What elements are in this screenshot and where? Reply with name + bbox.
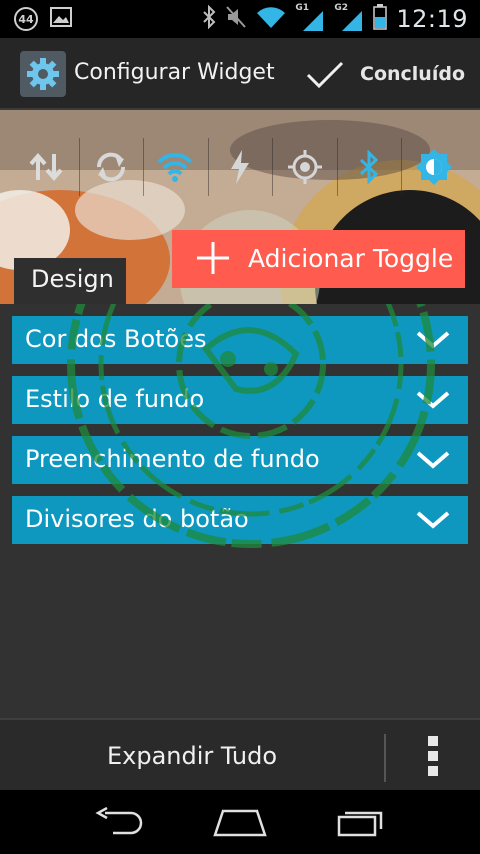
overflow-menu-icon[interactable]: [410, 730, 456, 782]
section-background-fill[interactable]: Preenchimento de fundo: [12, 436, 468, 484]
chevron-down-icon: [415, 508, 451, 532]
section-label: Estilo de fundo: [25, 385, 205, 413]
clock: 12:19: [396, 5, 468, 33]
action-bar: Configurar Widget Concluído: [0, 38, 480, 110]
add-toggle-label: Adicionar Toggle: [248, 244, 454, 273]
chevron-down-icon: [415, 328, 451, 352]
section-button-color[interactable]: Cor dos Botões: [12, 316, 468, 364]
wifi-toggle[interactable]: [143, 134, 208, 204]
navigation-bar: [0, 790, 480, 854]
gps-icon: [287, 149, 323, 189]
bluetooth-icon: [359, 149, 379, 188]
section-label: Cor dos Botões: [25, 325, 207, 353]
notification-count-badge: 44: [14, 7, 38, 31]
tab-design[interactable]: Design: [14, 258, 126, 304]
mute-icon: [225, 5, 247, 33]
section-button-dividers[interactable]: Divisores do botão: [12, 496, 468, 544]
data-toggle[interactable]: [14, 134, 79, 204]
brightness-icon: [415, 148, 453, 190]
data-arrows-icon: [28, 150, 64, 188]
flash-icon: [228, 149, 252, 189]
recent-apps-icon[interactable]: [330, 804, 390, 840]
settings-list: Cor dos Botões Estilo de fundo Preenchim…: [0, 304, 480, 718]
back-icon[interactable]: [90, 804, 150, 840]
widget-preview: Adicionar Toggle Design: [0, 110, 480, 304]
gallery-icon: [50, 7, 72, 31]
divider: [384, 734, 386, 782]
page-title: Configurar Widget: [74, 60, 275, 85]
toggle-row: [14, 134, 466, 204]
add-toggle-button[interactable]: Adicionar Toggle: [172, 230, 465, 288]
done-label: Concluído: [360, 63, 465, 85]
signal-sim2-icon: G2: [334, 3, 364, 32]
plus-icon: [196, 241, 230, 275]
signal-sim1-icon: G1: [295, 3, 325, 32]
battery-icon: [373, 4, 388, 34]
section-label: Preenchimento de fundo: [25, 445, 320, 473]
brightness-toggle[interactable]: [401, 134, 466, 204]
section-label: Divisores do botão: [25, 505, 249, 533]
done-button[interactable]: Concluído: [300, 46, 470, 102]
sync-toggle[interactable]: [78, 134, 144, 204]
bottom-bar: Expandir Tudo: [0, 718, 480, 790]
chevron-down-icon: [415, 388, 451, 412]
section-background-style[interactable]: Estilo de fundo: [12, 376, 468, 424]
checkmark-icon: [306, 60, 344, 94]
wifi-icon: [156, 152, 194, 186]
wifi-icon: [256, 5, 286, 33]
gps-toggle[interactable]: [272, 134, 337, 204]
settings-gear-icon: [20, 51, 66, 97]
expand-all-button[interactable]: Expandir Tudo: [0, 720, 384, 790]
bluetooth-toggle[interactable]: [336, 134, 402, 204]
expand-all-label: Expandir Tudo: [106, 742, 278, 770]
flash-toggle[interactable]: [207, 134, 273, 204]
bluetooth-status-icon: [202, 4, 216, 33]
sync-icon: [93, 149, 129, 189]
home-icon[interactable]: [210, 804, 270, 840]
chevron-down-icon: [415, 448, 451, 472]
status-bar: 44 G1 G2 12:19: [0, 0, 480, 38]
